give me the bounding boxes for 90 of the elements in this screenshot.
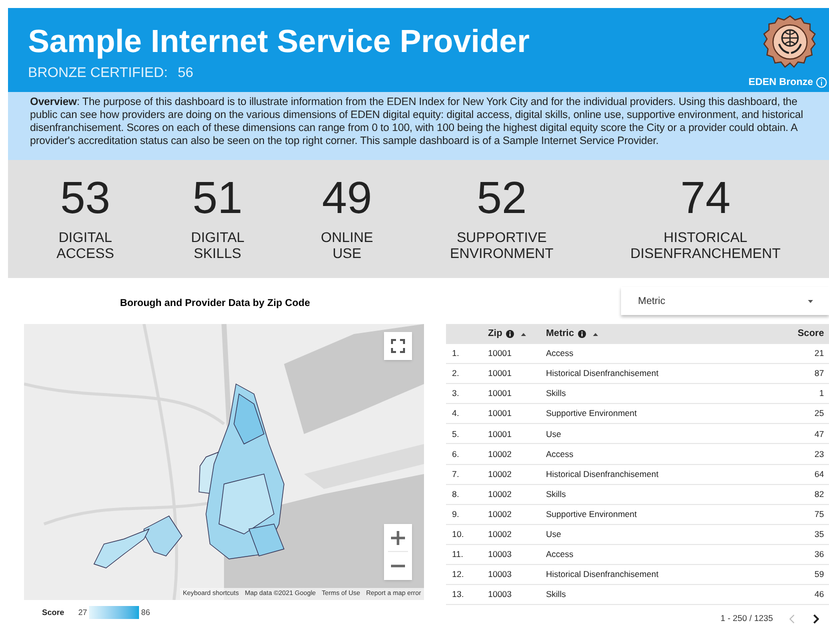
pagination-range: 1 - 250 / 1235	[720, 612, 773, 625]
table-cell-text: 10001	[488, 367, 513, 380]
chevron-left-icon	[789, 614, 795, 624]
table-cell-text: Supportive Environment	[546, 407, 638, 420]
row-number: 12.	[451, 568, 465, 581]
table-cell-text: Use	[546, 428, 562, 440]
table-cell-text: 36	[814, 548, 825, 561]
table-cell-text: 10002	[488, 528, 513, 541]
map-title: Borough and Provider Data by Zip Code	[118, 297, 311, 311]
table-cell-text: 10002	[488, 468, 513, 480]
table-cell-text: 59	[814, 568, 825, 581]
stat-value: 52	[476, 171, 527, 225]
stat-label: DIGITAL SKILLS	[191, 229, 244, 261]
table-cell-text: 10003	[488, 548, 513, 561]
table-cell-text: Use	[546, 528, 562, 541]
caret-icon	[808, 300, 813, 302]
fullscreen-button[interactable]	[384, 332, 412, 360]
table-cell-text: Access	[546, 448, 574, 460]
table-cell-text: Supportive Environment	[546, 508, 638, 521]
stat-value: 49	[322, 171, 372, 225]
table-cell-text: Access	[546, 347, 574, 360]
table-cell-text: 25	[814, 407, 825, 420]
row-number: 10.	[451, 528, 465, 541]
table-cell-text: 23	[814, 448, 825, 460]
table-cell-text: 47	[814, 428, 825, 440]
table-cell-text: 10002	[488, 448, 513, 460]
stat-label: DIGITAL ACCESS	[56, 229, 114, 261]
table-cell-text: Historical Disenfranchisement	[546, 568, 660, 581]
row-number: 2.	[451, 367, 460, 380]
badge-label: EDEN Bronze	[748, 76, 813, 90]
table-cell-text: 75	[814, 508, 825, 521]
legend-max: 86	[141, 606, 150, 618]
minus-icon	[391, 564, 405, 568]
sortable-column-header[interactable]: Metric	[546, 326, 574, 342]
row-number: 8.	[451, 488, 460, 501]
row-number: 4.	[451, 407, 460, 420]
sort-ascending-icon[interactable]	[592, 332, 598, 336]
table-cell-text: 10003	[488, 588, 513, 602]
next-page-button[interactable]	[811, 612, 821, 625]
row-number: 9.	[451, 508, 460, 521]
chevron-right-icon	[813, 614, 819, 624]
stat-value: 74	[680, 171, 730, 225]
table-cell-text: 35	[814, 528, 825, 541]
table-cell-text: 1	[818, 387, 825, 400]
plus-icon	[391, 530, 405, 544]
table-cell-text: Historical Disenfranchisement	[546, 367, 660, 380]
table-cell-text: 82	[814, 488, 825, 501]
table-cell-text: 46	[814, 588, 825, 602]
table-cell-text: 10002	[488, 488, 513, 501]
row-number: 1.	[451, 347, 460, 360]
sort-ascending-icon[interactable]	[521, 332, 526, 336]
dropdown-placeholder: Metric	[638, 294, 666, 308]
table-cell-text: 10001	[488, 347, 513, 360]
stat-value: 53	[60, 171, 110, 225]
table-cell-text: 10001	[488, 428, 513, 440]
certification-score: 56	[178, 63, 194, 82]
row-number: 3.	[451, 387, 460, 400]
table-cell-text: 10001	[488, 387, 513, 400]
overview-text: Overview: The purpose of this dashboard is to illustrate information from the EDEN Index for New York City and for the individual providers. Using this dashboard, the public can see how providers are doing on the various dimensions of EDEN digital equity: digital access, digital skills, online use, supportive environment, and historical disenfranchisement. Scores on each of these dimensions can range from 0 to 100, with 100 being the highest digital equity score the City or a provider could obtain. A provider's accreditation status can also be seen on the top right corner. This sample dashboard is of a Sample Internet Service Provider.	[30, 96, 804, 148]
stat-label: HISTORICAL DISENFRANCHEMENT	[630, 229, 781, 261]
table-cell-text: 10003	[488, 568, 513, 581]
fullscreen-icon	[391, 339, 405, 353]
legend-gradient	[89, 606, 140, 619]
stat-label: ONLINE USE	[320, 229, 374, 261]
row-number: 5.	[451, 428, 460, 440]
info-icon[interactable]	[506, 330, 514, 338]
sortable-column-header[interactable]: Zip	[488, 326, 502, 342]
table-cell-text: Historical Disenfranchisement	[546, 468, 660, 480]
metric-dropdown[interactable]: Metric	[621, 287, 829, 315]
row-number: 13.	[451, 588, 465, 602]
table-cell-text: Skills	[546, 588, 567, 602]
row-number: 7.	[451, 468, 460, 480]
table-cell-text: 10002	[488, 508, 513, 521]
table-cell-text: 87	[814, 367, 825, 380]
stat-value: 51	[192, 171, 243, 225]
legend-label: Score	[42, 606, 64, 618]
legend-min: 27	[78, 606, 88, 618]
row-number: 6.	[451, 448, 460, 460]
table-cell-text: 64	[814, 468, 825, 480]
stat-label: SUPPORTIVE ENVIRONMENT	[450, 229, 554, 261]
row-number: 11.	[451, 548, 464, 561]
certification-label: BRONZE CERTIFIED:	[28, 63, 168, 82]
table-cell-text: 21	[814, 347, 825, 360]
table-cell-text: Skills	[546, 488, 567, 501]
info-icon[interactable]	[578, 330, 586, 338]
table-cell-text: 10001	[488, 407, 513, 420]
table-cell-text: Skills	[546, 387, 567, 400]
column-header: Score	[798, 326, 824, 341]
table-cell-text: Access	[546, 548, 574, 561]
dashboard-title: Sample Internet Service Provider	[28, 22, 530, 60]
